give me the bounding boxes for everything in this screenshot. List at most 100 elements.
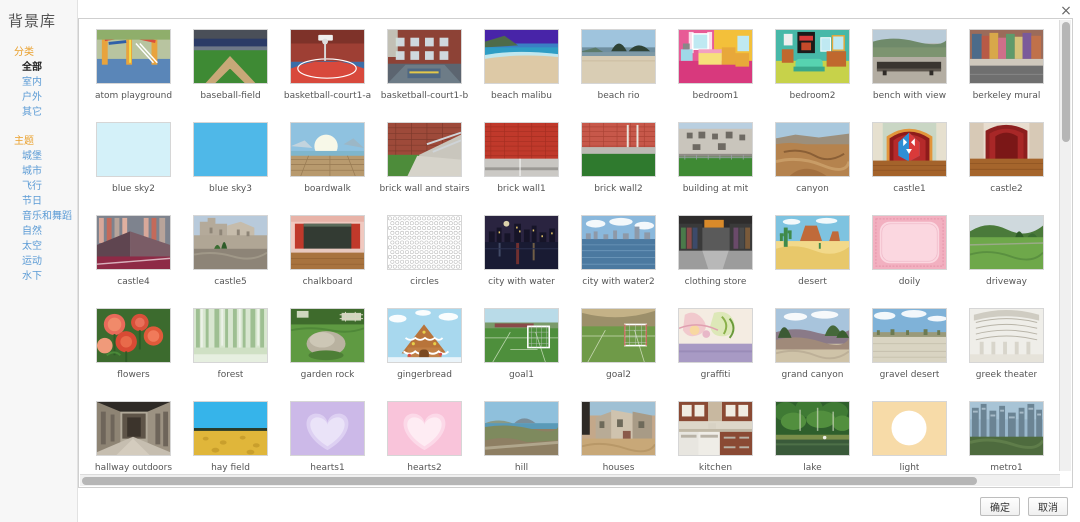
- background-item[interactable]: castle2: [958, 120, 1055, 213]
- background-thumbnail-light[interactable]: [872, 401, 947, 456]
- sidebar-item-nature[interactable]: 自然: [0, 224, 77, 239]
- background-item[interactable]: doily: [861, 213, 958, 306]
- background-item[interactable]: castle4: [85, 213, 182, 306]
- background-thumbnail-beach-malibu[interactable]: [484, 29, 559, 84]
- sidebar-item-other[interactable]: 其它: [0, 105, 77, 120]
- background-item[interactable]: baseball-field: [182, 27, 279, 120]
- background-item[interactable]: beach rio: [570, 27, 667, 120]
- background-thumbnail-goal2[interactable]: [581, 308, 656, 363]
- background-item[interactable]: bench with view: [861, 27, 958, 120]
- background-item[interactable]: graffiti: [667, 306, 764, 399]
- background-thumbnail-gingerbread[interactable]: [387, 308, 462, 363]
- background-item[interactable]: gingerbread: [376, 306, 473, 399]
- background-thumbnail-basketball-court-a[interactable]: [290, 29, 365, 84]
- background-item[interactable]: garden rock: [279, 306, 376, 399]
- sidebar-item-flying[interactable]: 飞行: [0, 179, 77, 194]
- background-thumbnail-driveway[interactable]: [969, 215, 1044, 270]
- background-item[interactable]: bedroom2: [764, 27, 861, 120]
- background-thumbnail-circles[interactable]: [387, 215, 462, 270]
- background-thumbnail-boardwalk[interactable]: [290, 122, 365, 177]
- background-thumbnail-bedroom1[interactable]: [678, 29, 753, 84]
- background-thumbnail-hearts2[interactable]: [387, 401, 462, 456]
- background-thumbnail-blue-sky2[interactable]: [96, 122, 171, 177]
- background-thumbnail-brick-wall1[interactable]: [484, 122, 559, 177]
- background-thumbnail-baseball-field[interactable]: [193, 29, 268, 84]
- background-thumbnail-berkeley-mural[interactable]: [969, 29, 1044, 84]
- background-thumbnail-houses[interactable]: [581, 401, 656, 456]
- background-thumbnail-greek-theater[interactable]: [969, 308, 1044, 363]
- background-item[interactable]: bedroom1: [667, 27, 764, 120]
- background-thumbnail-beach-rio[interactable]: [581, 29, 656, 84]
- background-thumbnail-bedroom2[interactable]: [775, 29, 850, 84]
- background-thumbnail-basketball-court-b[interactable]: [387, 29, 462, 84]
- background-thumbnail-hill[interactable]: [484, 401, 559, 456]
- background-thumbnail-brick-wall2[interactable]: [581, 122, 656, 177]
- background-thumbnail-chalkboard[interactable]: [290, 215, 365, 270]
- background-item[interactable]: goal2: [570, 306, 667, 399]
- background-item[interactable]: basketball-court1-a: [279, 27, 376, 120]
- background-item[interactable]: brick wall1: [473, 120, 570, 213]
- background-item[interactable]: circles: [376, 213, 473, 306]
- background-thumbnail-brick-wall-stairs[interactable]: [387, 122, 462, 177]
- background-item[interactable]: castle1: [861, 120, 958, 213]
- background-thumbnail-city-with-water[interactable]: [484, 215, 559, 270]
- background-thumbnail-kitchen[interactable]: [678, 401, 753, 456]
- background-item[interactable]: greek theater: [958, 306, 1055, 399]
- background-item[interactable]: beach malibu: [473, 27, 570, 120]
- background-thumbnail-building-at-mit[interactable]: [678, 122, 753, 177]
- sidebar-item-music-dance[interactable]: 音乐和舞蹈: [0, 209, 77, 224]
- background-thumbnail-bench-with-view[interactable]: [872, 29, 947, 84]
- background-item[interactable]: berkeley mural: [958, 27, 1055, 120]
- background-item[interactable]: driveway: [958, 213, 1055, 306]
- background-thumbnail-castle2[interactable]: [969, 122, 1044, 177]
- background-thumbnail-clothing-store[interactable]: [678, 215, 753, 270]
- sidebar-item-city[interactable]: 城市: [0, 164, 77, 179]
- background-thumbnail-canyon[interactable]: [775, 122, 850, 177]
- background-thumbnail-hallway-outdoors[interactable]: [96, 401, 171, 456]
- background-item[interactable]: forest: [182, 306, 279, 399]
- background-thumbnail-castle4[interactable]: [96, 215, 171, 270]
- cancel-button[interactable]: 取消: [1028, 497, 1068, 516]
- confirm-button[interactable]: 确定: [980, 497, 1020, 516]
- sidebar-item-castle[interactable]: 城堡: [0, 149, 77, 164]
- sidebar-item-holiday[interactable]: 节日: [0, 194, 77, 209]
- background-item[interactable]: blue sky3: [182, 120, 279, 213]
- background-item[interactable]: city with water2: [570, 213, 667, 306]
- background-item[interactable]: brick wall2: [570, 120, 667, 213]
- background-thumbnail-hay-field[interactable]: [193, 401, 268, 456]
- background-item[interactable]: goal1: [473, 306, 570, 399]
- background-thumbnail-forest[interactable]: [193, 308, 268, 363]
- background-thumbnail-goal1[interactable]: [484, 308, 559, 363]
- sidebar-item-sports[interactable]: 运动: [0, 254, 77, 269]
- horizontal-scrollbar[interactable]: [80, 474, 1060, 486]
- background-thumbnail-doily[interactable]: [872, 215, 947, 270]
- background-thumbnail-metro1[interactable]: [969, 401, 1044, 456]
- sidebar-item-underwater[interactable]: 水下: [0, 269, 77, 284]
- background-thumbnail-atom-playground[interactable]: [96, 29, 171, 84]
- background-item[interactable]: brick wall and stairs: [376, 120, 473, 213]
- background-thumbnail-gravel-desert[interactable]: [872, 308, 947, 363]
- background-thumbnail-grand-canyon[interactable]: [775, 308, 850, 363]
- background-item[interactable]: gravel desert: [861, 306, 958, 399]
- background-thumbnail-city-with-water2[interactable]: [581, 215, 656, 270]
- background-item[interactable]: atom playground: [85, 27, 182, 120]
- background-thumbnail-castle5[interactable]: [193, 215, 268, 270]
- vertical-scrollbar[interactable]: [1059, 20, 1071, 471]
- sidebar-item-indoor[interactable]: 室内: [0, 75, 77, 90]
- background-item[interactable]: chalkboard: [279, 213, 376, 306]
- background-item[interactable]: clothing store: [667, 213, 764, 306]
- background-thumbnail-garden-rock[interactable]: [290, 308, 365, 363]
- background-thumbnail-blue-sky3[interactable]: [193, 122, 268, 177]
- background-item[interactable]: grand canyon: [764, 306, 861, 399]
- background-item[interactable]: flowers: [85, 306, 182, 399]
- background-thumbnail-desert[interactable]: [775, 215, 850, 270]
- background-thumbnail-graffiti[interactable]: [678, 308, 753, 363]
- sidebar-item-all[interactable]: 全部: [0, 60, 77, 75]
- sidebar-item-space[interactable]: 太空: [0, 239, 77, 254]
- vertical-scrollbar-thumb[interactable]: [1062, 22, 1070, 142]
- background-item[interactable]: castle5: [182, 213, 279, 306]
- background-item[interactable]: desert: [764, 213, 861, 306]
- background-thumbnail-lake[interactable]: [775, 401, 850, 456]
- background-item[interactable]: boardwalk: [279, 120, 376, 213]
- background-thumbnail-hearts1[interactable]: [290, 401, 365, 456]
